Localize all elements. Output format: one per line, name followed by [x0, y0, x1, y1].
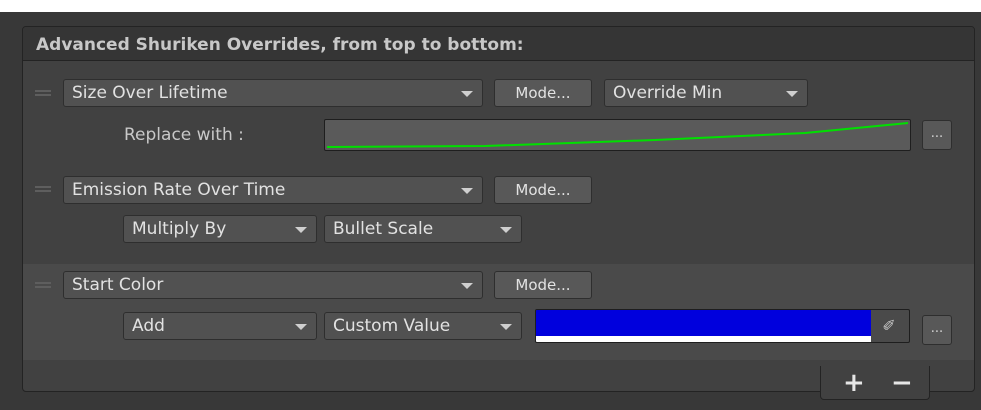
override-dropdown[interactable]: Override Min	[604, 79, 808, 107]
list-header-title: Advanced Shuriken Overrides, from top to…	[36, 35, 524, 55]
drag-handle-icon[interactable]	[35, 282, 51, 288]
operation-dropdown-label: Add	[132, 316, 165, 336]
mode-button[interactable]: Mode...	[494, 176, 592, 204]
list-header: Advanced Shuriken Overrides, from top to…	[23, 27, 974, 61]
operation-dropdown-label: Multiply By	[132, 219, 227, 239]
chevron-down-icon	[786, 91, 798, 97]
mode-button[interactable]: Mode...	[494, 271, 592, 299]
property-dropdown-label: Size Over Lifetime	[72, 83, 228, 103]
add-item-button[interactable]: +	[843, 366, 865, 400]
chevron-down-icon	[500, 227, 512, 233]
chevron-down-icon	[295, 324, 307, 330]
color-swatch	[536, 310, 871, 336]
chevron-down-icon	[500, 324, 512, 330]
source-dropdown-label: Custom Value	[333, 316, 451, 336]
eyedropper-icon[interactable]: ✐	[876, 314, 902, 338]
chevron-down-icon	[461, 188, 473, 194]
drag-handle-icon[interactable]	[35, 90, 51, 96]
list-footer: + −	[820, 366, 930, 400]
source-dropdown-label: Bullet Scale	[333, 219, 434, 239]
color-field[interactable]: ✐	[535, 309, 910, 343]
chevron-down-icon	[461, 91, 473, 97]
mode-button[interactable]: Mode...	[494, 79, 592, 107]
property-dropdown[interactable]: Size Over Lifetime	[63, 79, 483, 107]
property-dropdown-label: Start Color	[72, 275, 164, 295]
window-top-strip	[0, 0, 981, 12]
color-more-button[interactable]: ...	[922, 315, 952, 345]
property-dropdown[interactable]: Emission Rate Over Time	[63, 176, 483, 204]
source-dropdown[interactable]: Bullet Scale	[324, 215, 522, 243]
remove-item-button[interactable]: −	[891, 366, 913, 400]
override-dropdown-label: Override Min	[613, 83, 723, 103]
overrides-list-panel: Advanced Shuriken Overrides, from top to…	[22, 26, 975, 392]
operation-dropdown[interactable]: Add	[123, 312, 317, 340]
curve-preview	[326, 122, 909, 148]
drag-handle-icon[interactable]	[35, 186, 51, 192]
source-dropdown[interactable]: Custom Value	[324, 312, 522, 340]
operation-dropdown[interactable]: Multiply By	[123, 215, 317, 243]
property-dropdown[interactable]: Start Color	[63, 271, 483, 299]
curve-more-button[interactable]: ...	[922, 120, 952, 150]
chevron-down-icon	[295, 227, 307, 233]
curve-field[interactable]	[324, 119, 911, 151]
property-dropdown-label: Emission Rate Over Time	[72, 180, 286, 200]
replace-with-label: Replace with :	[124, 125, 244, 145]
chevron-down-icon	[461, 283, 473, 289]
alpha-bar	[536, 336, 871, 342]
